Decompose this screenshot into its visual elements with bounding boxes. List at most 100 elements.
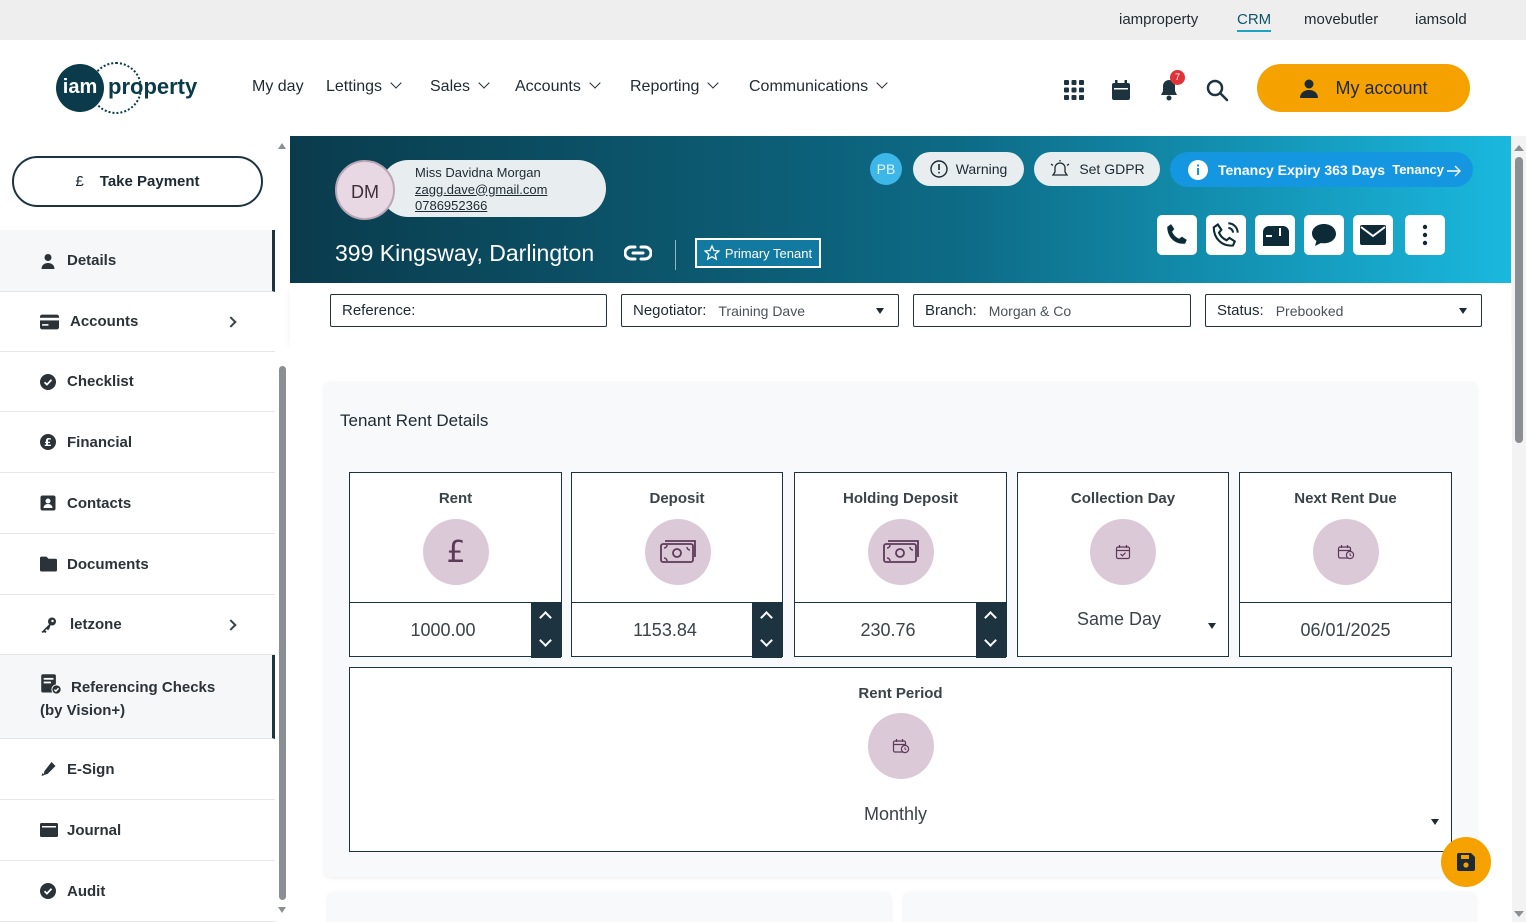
app-logo[interactable]: iam property [56, 62, 206, 114]
top-link-crm[interactable]: CRM [1237, 11, 1272, 32]
chevron-down-icon[interactable] [760, 634, 773, 647]
rent-stepper[interactable] [531, 603, 561, 658]
call-button[interactable] [1157, 215, 1197, 255]
info-icon [1188, 159, 1208, 180]
collection-day-value: Same Day [1076, 609, 1162, 629]
scroll-up-arrow-icon[interactable] [277, 142, 287, 150]
scroll-down-arrow-icon[interactable] [1513, 910, 1525, 918]
link-icon[interactable] [624, 244, 652, 262]
sidebar-item-journal[interactable]: Journal [0, 800, 275, 861]
chevron-up-icon[interactable] [760, 611, 773, 624]
status-select[interactable]: Status: Prebooked [1205, 294, 1482, 327]
my-account-button[interactable]: My account [1257, 64, 1470, 112]
call-log-button[interactable] [1206, 215, 1246, 255]
negotiator-value: Training Dave [718, 302, 806, 319]
apps-grid-icon[interactable] [1062, 78, 1086, 102]
filter-row: Reference: Negotiator: Training Dave Bra… [290, 283, 1511, 340]
sidebar-item-documents[interactable]: Documents [0, 534, 275, 595]
sidebar-item-e-sign[interactable]: E-Sign [0, 739, 275, 800]
sidebar-item-accounts[interactable]: Accounts [0, 292, 275, 352]
deposit-input[interactable]: 1153.84 [572, 602, 782, 658]
tenant-phone-link[interactable]: 0786952366 [415, 198, 606, 215]
nav-sales[interactable]: Sales [430, 77, 490, 96]
set-gdpr-button[interactable]: Set GDPR [1034, 152, 1160, 186]
card-icon [40, 314, 59, 329]
sms-button[interactable] [1304, 215, 1344, 255]
calendar-icon[interactable] [1109, 78, 1133, 102]
holding-deposit-stepper[interactable] [976, 603, 1006, 658]
nav-communications[interactable]: Communications [749, 77, 888, 96]
next-rent-due-value: 06/01/2025 [1300, 620, 1391, 640]
chevron-down-icon[interactable] [539, 634, 552, 647]
chevron-up-icon[interactable] [539, 611, 552, 624]
sidebar-item-label: Accounts [70, 313, 139, 330]
negotiator-select[interactable]: Negotiator: Training Dave [621, 294, 899, 327]
scroll-up-arrow-icon[interactable] [1513, 144, 1525, 152]
property-address: 399 Kingsway, Darlington [335, 240, 595, 266]
tenant-email-link[interactable]: zagg.dave@gmail.com [415, 182, 606, 199]
caret-down-icon [1208, 623, 1216, 629]
save-button[interactable] [1441, 837, 1491, 887]
top-link-iamsold[interactable]: iamsold [1415, 11, 1467, 28]
email-button[interactable] [1353, 215, 1393, 255]
sidebar-item-financial[interactable]: £ Financial [0, 412, 275, 473]
person-icon [41, 253, 55, 269]
sidebar-item-contacts[interactable]: Contacts [0, 473, 275, 534]
top-link-movebutler[interactable]: movebutler [1304, 11, 1378, 28]
caret-down-icon [1431, 819, 1439, 825]
search-icon[interactable] [1205, 78, 1229, 102]
pen-icon [41, 762, 56, 776]
sidebar-item-label: Referencing Checks [71, 679, 216, 696]
sidebar-item-details[interactable]: Details [0, 230, 275, 292]
deposit-stepper[interactable] [752, 603, 782, 658]
branch-field[interactable]: Branch: Morgan & Co [913, 294, 1191, 327]
arrow-right-icon [1447, 165, 1461, 177]
take-payment-button[interactable]: £ Take Payment [12, 156, 263, 207]
chevron-down-icon[interactable] [984, 634, 997, 647]
negotiator-label: Negotiator: [633, 302, 707, 319]
tenant-banner: Miss Davidna Morgan zagg.dave@gmail.com … [290, 136, 1511, 283]
top-link-iamproperty[interactable]: iamproperty [1119, 11, 1198, 28]
tenancy-link-label: Tenancy [1392, 162, 1444, 177]
next-rent-due-box: Next Rent Due 06/01/2025 [1239, 472, 1452, 657]
sidebar-item-audit[interactable]: Audit [0, 861, 275, 922]
rent-period-select[interactable]: Rent Period Monthly [349, 667, 1452, 852]
sidebar-scroll-thumb[interactable] [279, 366, 286, 900]
nav-accounts[interactable]: Accounts [515, 77, 601, 96]
rent-label: Rent [438, 490, 473, 507]
holding-deposit-input[interactable]: 230.76 [795, 602, 1006, 658]
rent-input[interactable]: 1000.00 [350, 602, 561, 658]
tenant-rent-details-card: Tenant Rent Details Rent £ 1000.00 Depos… [324, 382, 1477, 877]
scroll-down-arrow-icon[interactable] [277, 906, 287, 914]
folder-icon [40, 556, 57, 572]
reference-field[interactable]: Reference: [330, 294, 607, 327]
phone-icon [1167, 224, 1187, 244]
kebab-menu-icon [1422, 224, 1428, 246]
next-rent-due-input[interactable]: 06/01/2025 [1240, 602, 1451, 657]
check-circle-icon [40, 373, 56, 390]
sidebar-item-label: Audit [67, 882, 106, 900]
sidebar-item-referencing-checks[interactable]: Referencing Checks (by Vision+) [0, 655, 275, 739]
pb-badge[interactable]: PB [870, 153, 902, 185]
check-circle-icon [40, 883, 56, 899]
sidebar-item-label: Financial [67, 433, 133, 451]
sidebar-item-checklist[interactable]: Checklist [0, 352, 275, 412]
sidebar-item-letzone[interactable]: letzone [0, 595, 275, 655]
mailbox-button[interactable] [1255, 215, 1295, 255]
chevron-up-icon[interactable] [984, 611, 997, 624]
sidebar-item-sublabel: (by Vision+) [40, 702, 126, 719]
tenancy-link[interactable]: Tenancy [1392, 162, 1461, 177]
warning-button[interactable]: Warning [913, 152, 1024, 186]
calendar-check-icon [1090, 519, 1156, 585]
nav-lettings[interactable]: Lettings [326, 77, 402, 96]
nav-my-day[interactable]: My day [252, 78, 304, 96]
primary-tenant-badge[interactable]: Primary Tenant [695, 238, 821, 268]
collection-day-box[interactable]: Collection Day Same Day [1017, 472, 1229, 657]
pound-circle-icon: £ [40, 434, 56, 450]
nav-reporting[interactable]: Reporting [630, 77, 720, 96]
key-icon [41, 617, 56, 633]
more-options-button[interactable] [1405, 215, 1445, 255]
notification-count-badge: 7 [1170, 70, 1185, 85]
main-scroll-thumb[interactable] [1515, 157, 1523, 443]
cash-icon [645, 519, 711, 585]
